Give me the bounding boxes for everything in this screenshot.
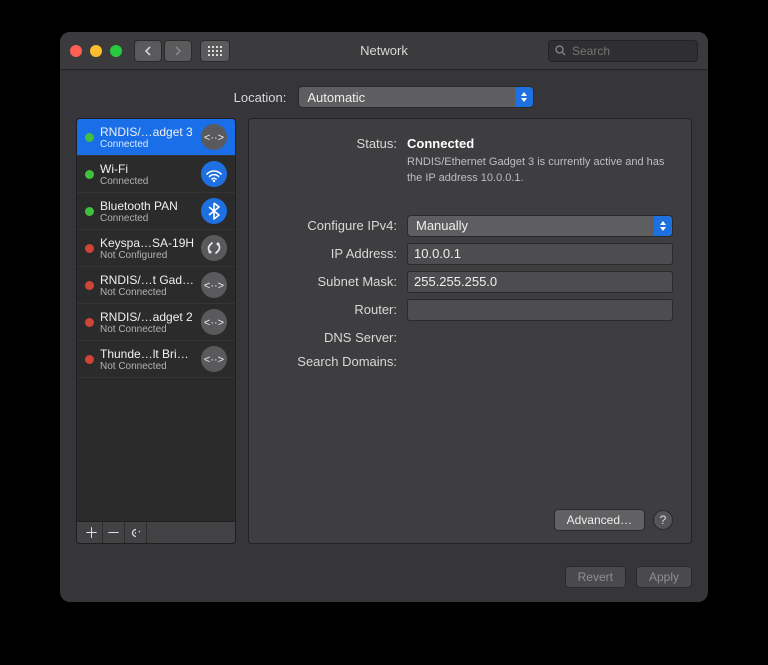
titlebar: Network	[60, 32, 708, 70]
interface-name: RNDIS/…t Gadget	[100, 273, 195, 287]
sidebar-footer: ＋ －	[76, 522, 236, 544]
location-select[interactable]: Automatic	[298, 86, 534, 108]
show-all-button[interactable]	[200, 40, 230, 62]
status-dot-icon	[85, 170, 94, 179]
remove-interface-button[interactable]: －	[103, 522, 125, 543]
sidebar-item[interactable]: Thunde…lt BridgeNot Connected <··>	[77, 341, 235, 378]
search-domains-label: Search Domains:	[267, 351, 407, 369]
location-row: Location: Automatic	[60, 70, 708, 118]
status-dot-icon	[85, 207, 94, 216]
search-icon	[555, 45, 566, 56]
advanced-button[interactable]: Advanced…	[554, 509, 645, 531]
interface-status: Not Connected	[100, 324, 195, 335]
bottom-actions: Revert Apply	[60, 556, 708, 602]
ip-address-label: IP Address:	[267, 243, 407, 261]
configure-ipv4-value: Manually	[416, 218, 468, 233]
location-value: Automatic	[307, 90, 365, 105]
status-dot-icon	[85, 133, 94, 142]
chevron-left-icon	[144, 46, 152, 56]
details-pane: Status: Connected RNDIS/Ethernet Gadget …	[248, 118, 692, 544]
search-domains-value	[407, 351, 673, 354]
subnet-mask-label: Subnet Mask:	[267, 271, 407, 289]
cable-icon: <··>	[201, 309, 227, 335]
status-label: Status:	[267, 133, 407, 151]
interface-status: Not Connected	[100, 287, 195, 298]
status-description: RNDIS/Ethernet Gadget 3 is currently act…	[407, 155, 673, 187]
chevron-right-icon	[174, 46, 182, 56]
wifi-icon	[201, 161, 227, 187]
close-window-icon[interactable]	[70, 45, 82, 57]
interface-actions-button[interactable]	[125, 522, 147, 543]
status-dot-icon	[85, 244, 94, 253]
select-arrows-icon	[515, 87, 533, 107]
interface-status: Connected	[100, 213, 195, 224]
sidebar-item[interactable]: Wi-FiConnected	[77, 156, 235, 193]
interface-status: Connected	[100, 139, 195, 150]
interface-status: Not Configured	[100, 250, 195, 261]
svg-text:<··>: <··>	[204, 132, 224, 144]
sidebar-item[interactable]: RNDIS/…adget 3Connected <··>	[77, 119, 235, 156]
cable-icon: <··>	[201, 272, 227, 298]
window-controls	[70, 45, 122, 57]
sidebar-item[interactable]: Keyspa…SA-19HNot Configured	[77, 230, 235, 267]
search-input[interactable]	[570, 43, 691, 59]
minimize-window-icon[interactable]	[90, 45, 102, 57]
help-button[interactable]: ?	[653, 510, 673, 530]
select-arrows-icon	[654, 216, 672, 236]
serial-icon	[201, 235, 227, 261]
interface-name: Keyspa…SA-19H	[100, 236, 195, 250]
interface-status: Not Connected	[100, 361, 195, 372]
chevron-down-icon	[138, 530, 140, 535]
subnet-mask-input[interactable]	[407, 271, 673, 293]
svg-text:<··>: <··>	[204, 317, 224, 329]
ip-address-input[interactable]	[407, 243, 673, 265]
sidebar-item[interactable]: RNDIS/…t GadgetNot Connected <··>	[77, 267, 235, 304]
interface-name: RNDIS/…adget 3	[100, 125, 195, 139]
forward-button[interactable]	[164, 40, 192, 62]
interface-name: Bluetooth PAN	[100, 199, 195, 213]
status-dot-icon	[85, 281, 94, 290]
gear-icon	[131, 527, 136, 539]
nav-buttons	[134, 40, 192, 62]
dns-server-value	[407, 327, 673, 330]
svg-text:<··>: <··>	[204, 354, 224, 366]
back-button[interactable]	[134, 40, 162, 62]
network-preferences-window: Network Location: Automatic RNDIS/…adget…	[60, 32, 708, 602]
grid-icon	[208, 46, 222, 56]
interface-name: Thunde…lt Bridge	[100, 347, 195, 361]
interface-name: Wi-Fi	[100, 162, 195, 176]
add-interface-button[interactable]: ＋	[81, 522, 103, 543]
bluetooth-icon	[201, 198, 227, 224]
sidebar-item[interactable]: RNDIS/…adget 2Not Connected <··>	[77, 304, 235, 341]
apply-button[interactable]: Apply	[636, 566, 692, 588]
dns-server-label: DNS Server:	[267, 327, 407, 345]
revert-button[interactable]: Revert	[565, 566, 626, 588]
interface-status: Connected	[100, 176, 195, 187]
fullscreen-window-icon[interactable]	[110, 45, 122, 57]
search-field[interactable]	[548, 40, 698, 62]
cable-icon: <··>	[201, 346, 227, 372]
configure-ipv4-select[interactable]: Manually	[407, 215, 673, 237]
svg-text:<··>: <··>	[204, 280, 224, 292]
location-label: Location:	[234, 90, 287, 105]
router-label: Router:	[267, 299, 407, 317]
status-value: Connected	[407, 133, 673, 151]
configure-ipv4-label: Configure IPv4:	[267, 215, 407, 233]
cable-icon: <··>	[201, 124, 227, 150]
status-dot-icon	[85, 318, 94, 327]
interfaces-sidebar: RNDIS/…adget 3Connected<··>Wi-FiConnecte…	[76, 118, 236, 544]
interface-name: RNDIS/…adget 2	[100, 310, 195, 324]
sidebar-item[interactable]: Bluetooth PANConnected	[77, 193, 235, 230]
status-dot-icon	[85, 355, 94, 364]
router-input[interactable]	[407, 299, 673, 321]
